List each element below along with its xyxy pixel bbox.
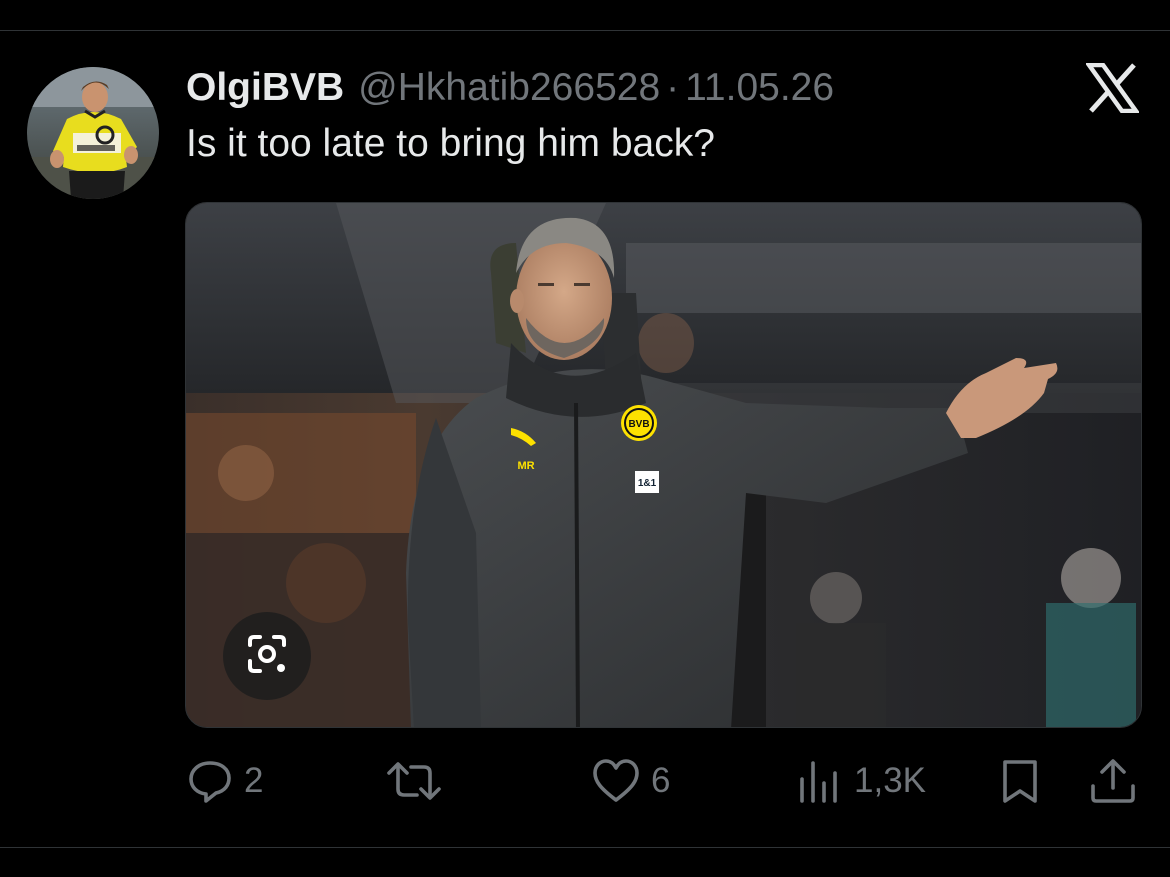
retweet-icon xyxy=(385,757,443,805)
avatar[interactable] xyxy=(27,67,159,199)
views-chart-icon xyxy=(796,757,844,805)
bookmark-button[interactable] xyxy=(996,754,1044,808)
share-icon xyxy=(1088,756,1138,806)
bookmark-icon xyxy=(996,756,1044,806)
header-separator: · xyxy=(666,66,680,109)
views-count: 1,3K xyxy=(854,761,926,800)
tweet-action-bar: 2 6 1,3K xyxy=(0,754,1170,808)
bottom-divider xyxy=(0,847,1170,848)
user-handle[interactable]: @Hkhatib266528 xyxy=(358,66,660,110)
lens-search-button[interactable] xyxy=(223,612,311,700)
tweet-media-image[interactable]: BVB MR 1&1 xyxy=(185,202,1142,728)
reply-count: 2 xyxy=(244,761,264,800)
top-divider xyxy=(0,30,1170,31)
retweet-button[interactable] xyxy=(385,754,453,808)
svg-text:BVB: BVB xyxy=(628,419,649,430)
tweet-date[interactable]: 11.05.26 xyxy=(685,66,834,110)
avatar-image xyxy=(27,67,159,199)
views-button[interactable]: 1,3K xyxy=(796,754,926,808)
tweet-header: OlgiBVB @Hkhatib266528 · 11.05.26 xyxy=(186,62,834,114)
lens-search-icon xyxy=(244,631,290,682)
display-name[interactable]: OlgiBVB xyxy=(186,66,344,110)
tweet-card: OlgiBVB @Hkhatib266528 · 11.05.26 Is it … xyxy=(0,0,1170,877)
share-button[interactable] xyxy=(1088,754,1138,808)
heart-icon xyxy=(591,757,641,805)
svg-text:1&1: 1&1 xyxy=(638,478,657,489)
like-count: 6 xyxy=(651,761,671,800)
coach-photo: BVB MR 1&1 xyxy=(186,203,1141,727)
reply-button[interactable]: 2 xyxy=(186,754,263,808)
reply-icon xyxy=(186,757,234,805)
tweet-text: Is it too late to bring him back? xyxy=(186,122,715,165)
svg-text:MR: MR xyxy=(517,460,534,472)
x-logo-icon[interactable] xyxy=(1084,62,1141,114)
like-button[interactable]: 6 xyxy=(591,754,670,808)
